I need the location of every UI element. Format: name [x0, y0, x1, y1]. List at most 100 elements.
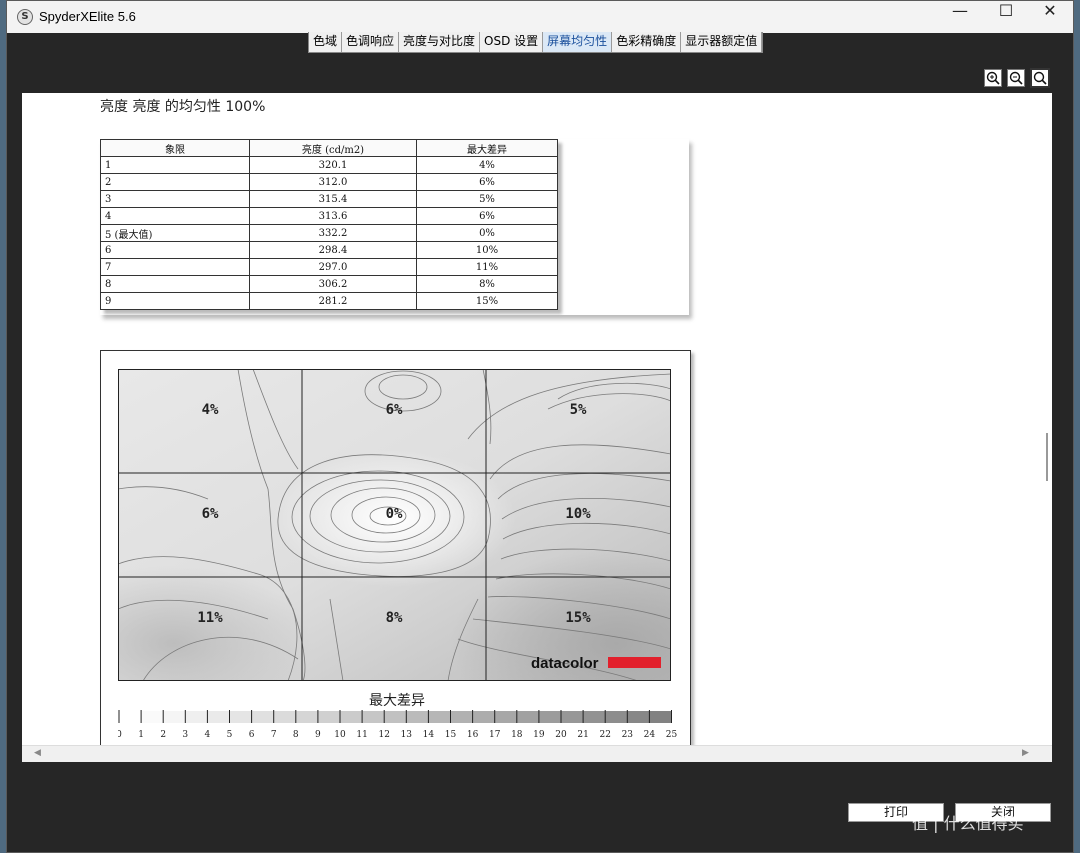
scale-swatch: [295, 711, 318, 723]
scale-tick-label: 11: [356, 730, 367, 740]
cell-luminance: 315.4: [249, 190, 417, 208]
tab-osd-settings[interactable]: OSD 设置: [480, 32, 544, 52]
quadrant-label-5: 0%: [386, 506, 403, 522]
scale-swatch: [494, 711, 517, 723]
scale-tick-label: 24: [644, 730, 656, 740]
scale-swatch: [538, 711, 561, 723]
cell-max-diff: 8%: [416, 275, 558, 293]
scale-tick-label: 12: [378, 730, 389, 740]
scale-swatch: [649, 711, 672, 723]
app-icon: S: [17, 9, 33, 25]
uniformity-contour-map: 4% 6% 5% 6% 0% 10% 11% 8% 15% datacolor: [118, 369, 671, 681]
scale-tick-label: 18: [511, 730, 523, 740]
watermark: 值 | 什么值得买: [912, 814, 1024, 833]
title-bar: S SpyderXElite 5.6 — ☐ ✕: [7, 1, 1073, 33]
tab-color-accuracy[interactable]: 色彩精确度: [612, 32, 682, 52]
tab-brightness-contrast[interactable]: 亮度与对比度: [399, 32, 481, 52]
scale-swatch: [561, 711, 584, 723]
scale-tick-label: 20: [555, 730, 567, 740]
report-heading: 亮度 亮度 的均匀性 100%: [100, 99, 266, 115]
report-viewer[interactable]: 亮度 亮度 的均匀性 100% 象限 亮度 (cd/m2) 最大差异 1 320.…: [22, 93, 1043, 745]
scale-swatch: [340, 711, 363, 723]
scale-tick-label: 13: [401, 730, 413, 740]
maximize-button[interactable]: ☐: [983, 1, 1029, 33]
scale-swatch: [384, 711, 407, 723]
zoom-fit-icon[interactable]: [1030, 68, 1050, 88]
cell-max-diff: 4%: [416, 156, 558, 174]
cell-max-diff: 6%: [416, 173, 558, 191]
minimize-button[interactable]: —: [937, 1, 983, 33]
cell-quadrant: 2: [100, 173, 250, 191]
tab-tone-response[interactable]: 色调响应: [342, 32, 400, 52]
scale-swatch: [516, 711, 539, 723]
cell-max-diff: 5%: [416, 190, 558, 208]
tab-display-rating[interactable]: 显示器额定值: [681, 32, 763, 52]
cell-max-diff: 6%: [416, 207, 558, 225]
tab-gamut[interactable]: 色域: [309, 32, 343, 52]
scale-tick-label: 23: [622, 730, 634, 740]
cell-luminance: 320.1: [249, 156, 417, 174]
cell-luminance: 312.0: [249, 173, 417, 191]
col-header-luminance: 亮度 (cd/m2): [249, 139, 417, 157]
cell-luminance: 313.6: [249, 207, 417, 225]
scale-swatch: [163, 711, 186, 723]
zoom-in-icon[interactable]: [984, 69, 1002, 87]
scale-tick-label: 7: [271, 730, 277, 740]
scale-tick-label: 10: [334, 730, 346, 740]
scroll-right-icon[interactable]: ▶: [1022, 748, 1029, 758]
cell-quadrant: 8: [100, 275, 250, 293]
scale-tick-label: 0: [118, 730, 122, 740]
scrollbar-thumb[interactable]: [1046, 433, 1048, 481]
quadrant-label-6: 10%: [565, 506, 591, 522]
scale-tick-label: 14: [423, 730, 435, 740]
tab-screen-uniformity[interactable]: 屏幕均匀性: [543, 32, 613, 52]
scale-swatch: [605, 711, 628, 723]
table-row: 9 281.2 15%: [100, 292, 558, 310]
scale-swatch: [141, 711, 164, 723]
uniformity-table: 象限 亮度 (cd/m2) 最大差异 1 320.1 4% 2 312.0 6% 3 315.…: [100, 139, 558, 310]
scale-tick-label: 8: [293, 730, 299, 740]
vertical-scrollbar[interactable]: [1043, 93, 1052, 745]
scale-title: 最大差异: [369, 693, 425, 709]
cell-max-diff: 0%: [416, 224, 558, 242]
scale-swatch: [406, 711, 429, 723]
scale-tick-label: 3: [182, 730, 188, 740]
scale-tick-label: 4: [205, 730, 211, 740]
datacolor-logo: datacolor: [531, 655, 599, 672]
table-row: 7 297.0 11%: [100, 258, 558, 276]
cell-luminance: 306.2: [249, 275, 417, 293]
scale-swatch: [428, 711, 451, 723]
horizontal-scrollbar[interactable]: ◀ ▶: [22, 745, 1052, 762]
scale-tick-label: 25: [666, 730, 678, 740]
scale-swatch: [251, 711, 274, 723]
scale-tick-label: 19: [533, 730, 545, 740]
scale-tick-label: 15: [445, 730, 457, 740]
scale-swatch: [185, 711, 208, 723]
cell-max-diff: 11%: [416, 258, 558, 276]
cell-max-diff: 15%: [416, 292, 558, 310]
cell-quadrant: 6: [100, 241, 250, 259]
window-title: SpyderXElite 5.6: [39, 9, 136, 24]
table-row: 6 298.4 10%: [100, 241, 558, 259]
col-header-max-diff: 最大差异: [416, 139, 558, 157]
scale-swatch: [362, 711, 385, 723]
cell-quadrant: 1: [100, 156, 250, 174]
scale-swatch: [472, 711, 495, 723]
cell-luminance: 281.2: [249, 292, 417, 310]
scale-swatch: [229, 711, 252, 723]
quadrant-label-9: 15%: [565, 610, 591, 626]
zoom-out-icon[interactable]: [1007, 69, 1025, 87]
quadrant-label-4: 6%: [202, 506, 219, 522]
quadrant-label-3: 5%: [570, 402, 587, 418]
scale-swatch: [450, 711, 473, 723]
scale-tick-label: 22: [599, 730, 610, 740]
report-tabs: 色域 色调响应 亮度与对比度 OSD 设置 屏幕均匀性 色彩精确度 显示器额定值: [308, 32, 764, 53]
cell-luminance: 297.0: [249, 258, 417, 276]
cell-quadrant: 7: [100, 258, 250, 276]
scale-tick-label: 5: [227, 730, 233, 740]
scroll-left-icon[interactable]: ◀: [34, 748, 41, 758]
close-window-button[interactable]: ✕: [1027, 1, 1073, 33]
scale-swatch: [583, 711, 606, 723]
scale-tick-label: 6: [249, 730, 255, 740]
max-diff-scale: 0 1 2 3 4 5 6 7 8 9 10 11 12 13 14 15 16 17 18 19 20 21 22 23 24…: [118, 710, 678, 740]
